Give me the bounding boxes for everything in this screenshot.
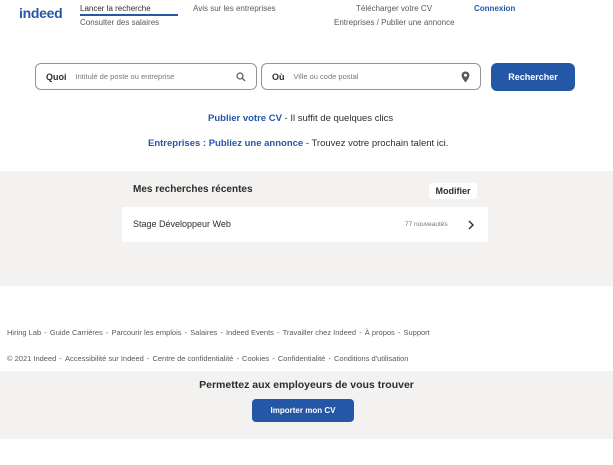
- where-search-field[interactable]: Où Ville ou code postal: [261, 63, 481, 90]
- location-pin-icon: [458, 70, 472, 84]
- what-input[interactable]: Intitulé de poste ou entreprise: [76, 72, 235, 81]
- new-jobs-count: 77 nouveautés: [405, 221, 448, 228]
- footer-separator: -: [270, 354, 277, 363]
- where-input[interactable]: Ville ou code postal: [294, 72, 459, 81]
- footer-link[interactable]: Parcourir les emplois: [111, 328, 181, 337]
- footer-link[interactable]: Indeed Events: [226, 328, 274, 337]
- login-link[interactable]: Connexion: [474, 4, 515, 13]
- footer-separator: -: [57, 354, 64, 363]
- nav-employers-link[interactable]: Entreprises / Publier une annonce: [334, 18, 455, 27]
- what-label: Quoi: [46, 71, 67, 82]
- footer-link[interactable]: Salaires: [190, 328, 217, 337]
- legal-link[interactable]: Cookies: [242, 354, 269, 363]
- cv-promo-text: - Il suffit de quelques clics: [281, 113, 394, 124]
- recent-searches-title: Mes recherches récentes: [133, 184, 253, 195]
- footer-link[interactable]: Support: [403, 328, 429, 337]
- nav-active-indicator: [80, 14, 178, 16]
- nav-upload-cv-link[interactable]: Télécharger votre CV: [356, 4, 432, 13]
- footer-separator: -: [234, 354, 242, 363]
- indeed-logo[interactable]: indeed: [19, 5, 63, 21]
- footer-link[interactable]: Travailler chez Indeed: [283, 328, 357, 337]
- footer-separator: -: [42, 328, 49, 337]
- footer-separator: -: [182, 328, 190, 337]
- legal-link[interactable]: Conditions d'utilisation: [334, 354, 408, 363]
- legal-link[interactable]: Accessibilité sur Indeed: [65, 354, 144, 363]
- what-search-field[interactable]: Quoi Intitulé de poste ou entreprise: [35, 63, 257, 90]
- legal-link[interactable]: Centre de confidentialité: [152, 354, 233, 363]
- footer-link[interactable]: À propos: [365, 328, 395, 337]
- nav-reviews-link[interactable]: Avis sur les entreprises: [193, 4, 276, 13]
- footer-link[interactable]: Hiring Lab: [7, 328, 41, 337]
- search-icon: [234, 70, 248, 84]
- footer-link[interactable]: Guide Carrières: [50, 328, 103, 337]
- footer-separator: -: [274, 328, 282, 337]
- legal-link[interactable]: © 2021 Indeed: [7, 354, 56, 363]
- post-job-link[interactable]: Entreprises : Publiez une annonce: [148, 138, 303, 149]
- cv-promo: Publier votre CV - Il suffit de quelques…: [208, 113, 393, 124]
- where-label: Où: [272, 71, 285, 82]
- employer-cta-title: Permettez aux employeurs de vous trouver: [199, 379, 414, 391]
- top-navigation: indeed Lancer la recherche Consulter des…: [0, 0, 613, 32]
- chevron-right-icon: [466, 218, 476, 230]
- nav-search-link[interactable]: Lancer la recherche: [80, 4, 151, 13]
- edit-recent-button[interactable]: Modifier: [429, 183, 477, 199]
- upload-cv-button[interactable]: Importer mon CV: [252, 399, 354, 422]
- publish-cv-link[interactable]: Publier votre CV: [208, 113, 282, 124]
- footer-separator: -: [357, 328, 364, 337]
- footer-links: Hiring Lab - Guide Carrières - Parcourir…: [7, 328, 430, 337]
- search-button[interactable]: Rechercher: [491, 63, 575, 91]
- footer-separator: -: [326, 354, 334, 363]
- nav-salaries-link[interactable]: Consulter des salaires: [80, 18, 159, 27]
- footer-separator: -: [218, 328, 225, 337]
- employer-promo: Entreprises : Publiez une annonce - Trou…: [148, 138, 448, 149]
- recent-search-item[interactable]: Stage Développeur Web 77 nouveautés: [122, 207, 488, 242]
- legal-link[interactable]: Confidentialité: [278, 354, 326, 363]
- footer-legal: © 2021 Indeed - Accessibilité sur Indeed…: [7, 354, 408, 363]
- recent-search-query: Stage Développeur Web: [133, 219, 231, 229]
- employer-promo-text: - Trouvez votre prochain talent ici.: [303, 138, 449, 149]
